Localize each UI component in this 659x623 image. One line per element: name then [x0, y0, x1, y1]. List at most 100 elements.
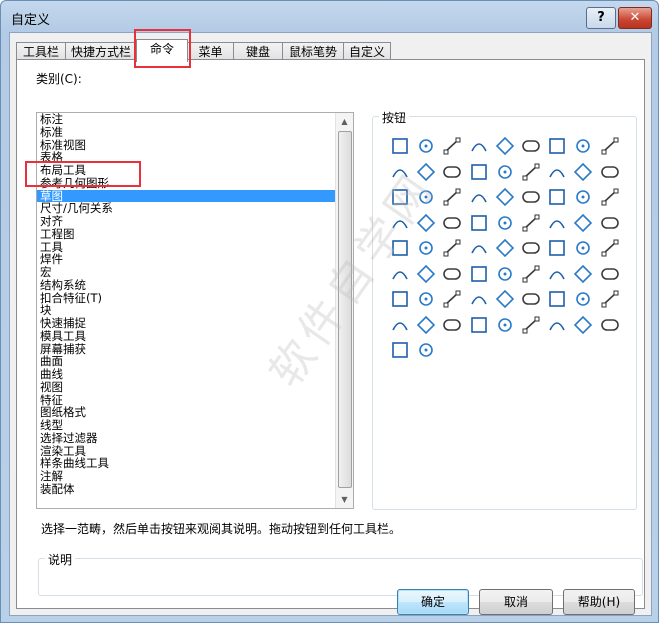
add-relation-icon[interactable]	[599, 288, 621, 310]
sketch-stack-icon[interactable]	[520, 135, 542, 157]
move-entities-icon[interactable]	[546, 263, 568, 285]
linear-pattern-icon[interactable]	[441, 288, 463, 310]
quick-sketch-icon[interactable]	[546, 135, 568, 157]
3-point-arc-icon[interactable]	[546, 186, 568, 208]
close-loop-icon[interactable]	[546, 288, 568, 310]
category-item[interactable]: 标注	[37, 113, 337, 126]
category-item[interactable]: 结构系统	[37, 279, 337, 292]
chamfer-icon[interactable]	[441, 237, 463, 259]
category-item[interactable]: 注解	[37, 470, 337, 483]
scroll-down-arrow[interactable]: ▼	[336, 491, 353, 508]
midpoint-line-icon[interactable]	[572, 212, 594, 234]
category-item[interactable]: 特征	[37, 394, 337, 407]
route-line-icon[interactable]	[546, 314, 568, 336]
select-pointer-icon[interactable]	[389, 135, 411, 157]
category-item[interactable]: 选择过滤器	[37, 432, 337, 445]
category-item[interactable]: 图纸格式	[37, 406, 337, 419]
category-item[interactable]: 对齐	[37, 215, 337, 228]
jog-line-icon[interactable]	[468, 263, 490, 285]
split-entities-icon[interactable]	[441, 263, 463, 285]
close-button[interactable]: ✕	[618, 7, 652, 29]
spline-icon[interactable]	[441, 212, 463, 234]
ellipse-icon[interactable]	[572, 186, 594, 208]
category-item[interactable]: 工程图	[37, 228, 337, 241]
3-point-center-rectangle-icon[interactable]	[494, 161, 516, 183]
perimeter-circle-icon[interactable]	[468, 186, 490, 208]
circular-pattern-icon[interactable]	[468, 288, 490, 310]
check-sketch-icon[interactable]	[441, 314, 463, 336]
fully-define-icon[interactable]	[572, 288, 594, 310]
extend-icon[interactable]	[415, 263, 437, 285]
3d-sketch-on-plane-icon[interactable]	[494, 135, 516, 157]
intersection-curve-icon[interactable]	[546, 237, 568, 259]
select-chain-icon[interactable]	[415, 339, 437, 361]
spline-on-surface-icon[interactable]	[468, 212, 490, 234]
customize-dialog: 自定义 ? ✕ 工具栏 快捷方式栏 命令 菜单 键盘 鼠标笔势 自定义 类别(C…	[0, 0, 659, 623]
title-bar[interactable]: 自定义 ? ✕	[1, 1, 658, 33]
fillet-icon[interactable]	[415, 237, 437, 259]
help-title-button[interactable]: ?	[586, 7, 616, 29]
tab-commands[interactable]: 命令	[136, 39, 188, 62]
display-relations-icon[interactable]	[389, 314, 411, 336]
mirror-icon[interactable]	[494, 263, 516, 285]
face-curves-icon[interactable]	[572, 237, 594, 259]
center-rectangle-icon[interactable]	[441, 161, 463, 183]
relations-icon[interactable]	[389, 339, 411, 361]
category-item[interactable]: 布局工具	[37, 164, 337, 177]
category-item[interactable]: 装配体	[37, 483, 337, 496]
category-item[interactable]: 工具	[37, 241, 337, 254]
category-item[interactable]: 草图	[37, 189, 337, 203]
rotate-entities-icon[interactable]	[572, 263, 594, 285]
cancel-button[interactable]: 取消	[479, 589, 553, 615]
scale-entities-icon[interactable]	[599, 263, 621, 285]
straight-slot-icon[interactable]	[546, 161, 568, 183]
offset-on-surface-icon[interactable]	[494, 237, 516, 259]
scroll-up-arrow[interactable]: ▲	[336, 113, 353, 130]
point-icon[interactable]	[520, 212, 542, 234]
sketch-icon[interactable]	[441, 135, 463, 157]
make-path-icon[interactable]	[494, 288, 516, 310]
category-item[interactable]: 表格	[37, 151, 337, 164]
partial-ellipse-icon[interactable]	[599, 186, 621, 208]
tangent-arc-icon[interactable]	[520, 186, 542, 208]
category-item[interactable]: 标准视图	[37, 139, 337, 152]
equation-curve-icon[interactable]	[494, 212, 516, 234]
centerline-icon[interactable]	[546, 212, 568, 234]
convert-entities-icon[interactable]	[520, 237, 542, 259]
spline-tools-icon[interactable]	[572, 314, 594, 336]
centerpoint-arc-icon[interactable]	[494, 186, 516, 208]
modify-sketch-icon[interactable]	[520, 288, 542, 310]
category-item[interactable]: 参考几何图形	[37, 177, 337, 190]
shaded-sketch-icon[interactable]	[520, 314, 542, 336]
dimension-icon[interactable]	[599, 314, 621, 336]
instant-2d-icon[interactable]	[572, 135, 594, 157]
category-item[interactable]: 宏	[37, 266, 337, 279]
centerpoint-slot-icon[interactable]	[572, 161, 594, 183]
category-item[interactable]: 焊件	[37, 253, 337, 266]
category-item[interactable]: 线型	[37, 419, 337, 432]
3-point-rectangle-icon[interactable]	[468, 161, 490, 183]
grid-icon[interactable]	[415, 135, 437, 157]
category-item[interactable]: 尺寸/几何关系	[37, 202, 337, 215]
category-item[interactable]: 渲染工具	[37, 445, 337, 458]
offset-entities-icon[interactable]	[468, 237, 490, 259]
repair-sketch-icon[interactable]	[415, 314, 437, 336]
hint-text: 选择一范畴，然后单击按钮来观阅其说明。拖动按钮到任何工具栏。	[41, 522, 402, 536]
parallelogram-icon[interactable]	[520, 161, 542, 183]
help-button[interactable]: 帮助(H)	[563, 589, 635, 615]
text-icon[interactable]	[599, 212, 621, 234]
description-title: 说明	[45, 551, 76, 568]
stretch-entities-icon[interactable]	[415, 288, 437, 310]
3-point-arc-slot-icon[interactable]	[599, 161, 621, 183]
ok-button[interactable]: 确定	[397, 589, 469, 615]
dynamic-mirror-icon[interactable]	[520, 263, 542, 285]
category-item[interactable]: 标准	[37, 126, 337, 139]
sketch-picture-icon[interactable]	[599, 135, 621, 157]
3d-sketch-icon[interactable]	[468, 135, 490, 157]
category-item[interactable]: 样条曲线工具	[37, 457, 337, 470]
copy-entities-icon[interactable]	[389, 288, 411, 310]
block-insert-icon[interactable]	[494, 314, 516, 336]
sketch-picture-2-icon[interactable]	[468, 314, 490, 336]
circle-icon[interactable]	[441, 186, 463, 208]
segment-icon[interactable]	[599, 237, 621, 259]
